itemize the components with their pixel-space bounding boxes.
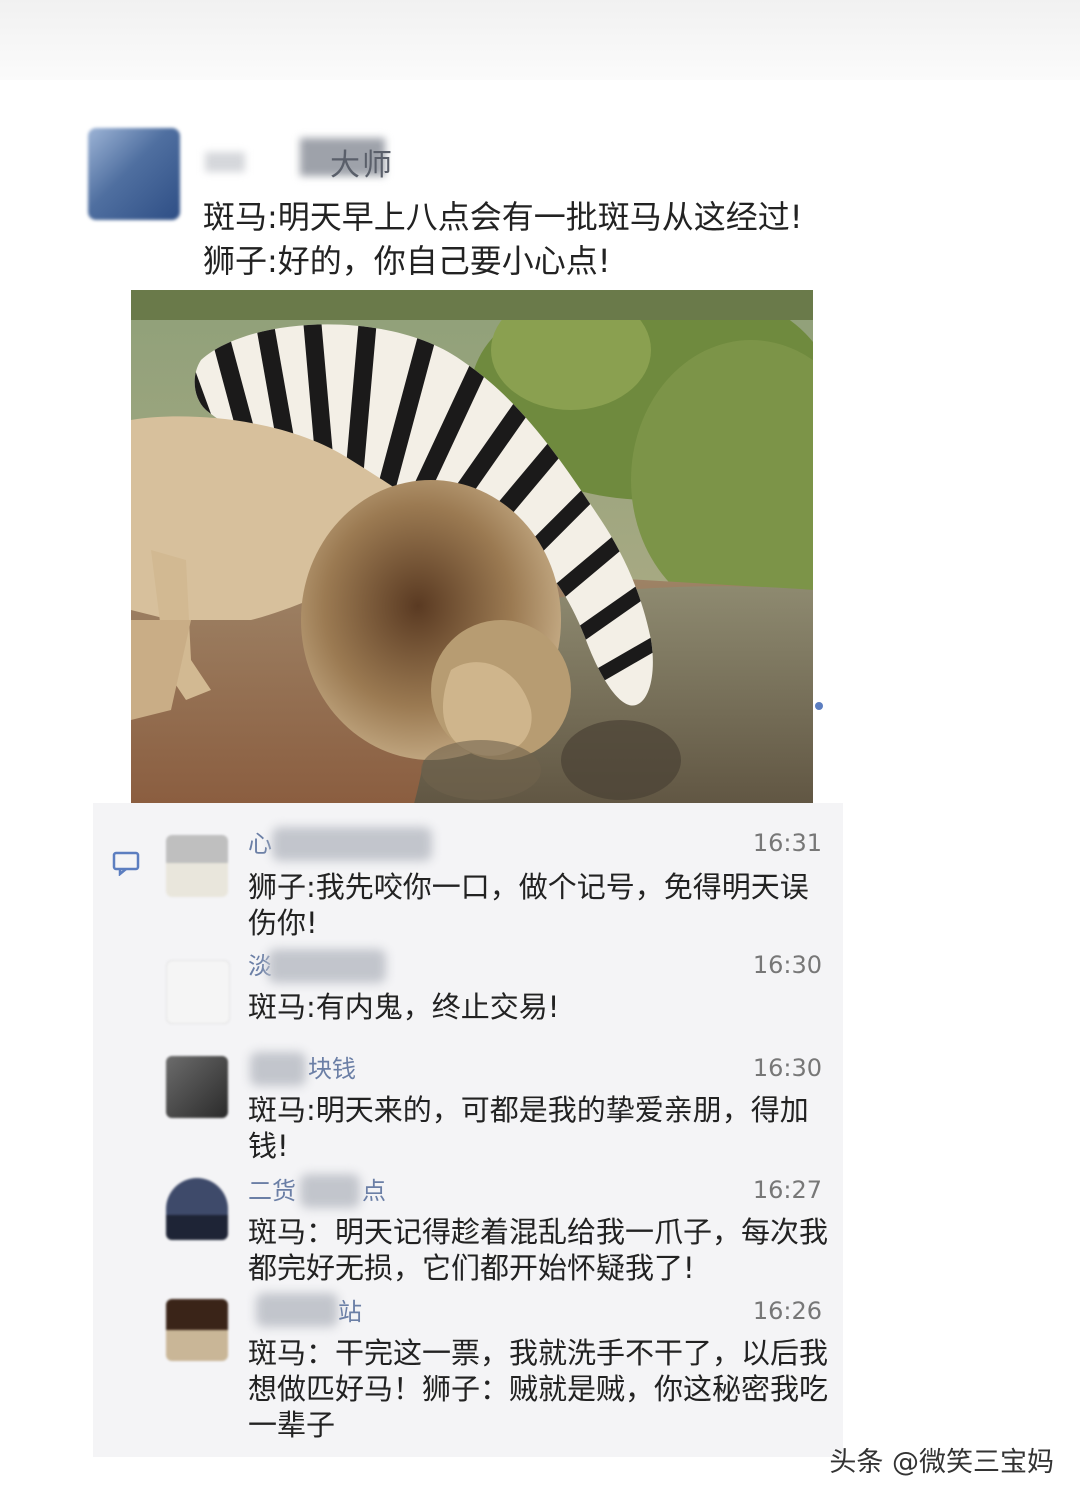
name-mask <box>272 827 432 861</box>
moments-post: 大师 斑马:明天早上八点会有一批斑马从这经过! 狮子:好的，你自己要小心点! 心… <box>0 0 1080 1497</box>
name-mask <box>250 1052 306 1086</box>
zebra-lion-image <box>131 290 813 814</box>
comment-text: 狮子:我先咬你一口，做个记号，免得明天误伤你! <box>248 870 809 940</box>
post-text: 斑马:明天早上八点会有一批斑马从这经过! 狮子:好的，你自己要小心点! <box>203 195 803 283</box>
comment-time: 16:26 <box>752 1297 822 1325</box>
comment-bubble-icon <box>112 851 140 876</box>
commenter-avatar[interactable] <box>166 1299 228 1361</box>
name-mask <box>256 1293 338 1327</box>
watermark: 头条 @微笑三宝妈 <box>829 1447 1054 1478</box>
post-line-2: 狮子:好的，你自己要小心点! <box>203 242 611 280</box>
post-photo[interactable] <box>131 290 813 814</box>
comment-text: 斑马：明天记得趁着混乱给我一爪子，每次我都完好无损，它们都开始怀疑我了! <box>248 1215 829 1285</box>
commenter-avatar[interactable] <box>166 835 228 897</box>
commenter-name[interactable]: 二货 <box>248 1174 296 1208</box>
comment-text: 斑马：干完这一票，我就洗手不干了，以后我想做匹好马！狮子：贼就是贼，你这秘密我吃… <box>248 1336 829 1442</box>
comment-time: 16:30 <box>752 951 822 979</box>
poster-avatar[interactable] <box>88 128 180 220</box>
commenter-name-suffix: 点 <box>362 1177 386 1205</box>
comment-time: 16:30 <box>752 1054 822 1082</box>
commenter-name[interactable]: 块钱 <box>308 1052 356 1086</box>
commenter-avatar[interactable] <box>166 1056 228 1118</box>
comment-time: 16:27 <box>752 1176 822 1204</box>
commenter-name[interactable]: 心 <box>248 827 272 861</box>
commenter-avatar[interactable] <box>166 960 230 1024</box>
name-mask <box>268 949 386 983</box>
more-dot[interactable] <box>815 702 823 710</box>
commenter-avatar[interactable] <box>166 1178 228 1240</box>
comment-text: 斑马:有内鬼，终止交易! <box>248 990 560 1024</box>
name-mask <box>300 1174 360 1208</box>
post-line-1: 斑马:明天早上八点会有一批斑马从这经过! <box>203 198 803 236</box>
comment-text: 斑马:明天来的，可都是我的挚爱亲朋，得加钱! <box>248 1093 809 1163</box>
commenter-name-suffix: 站 <box>338 1298 362 1326</box>
poster-name[interactable]: 大师 <box>330 140 394 184</box>
comment-time: 16:31 <box>752 829 822 857</box>
